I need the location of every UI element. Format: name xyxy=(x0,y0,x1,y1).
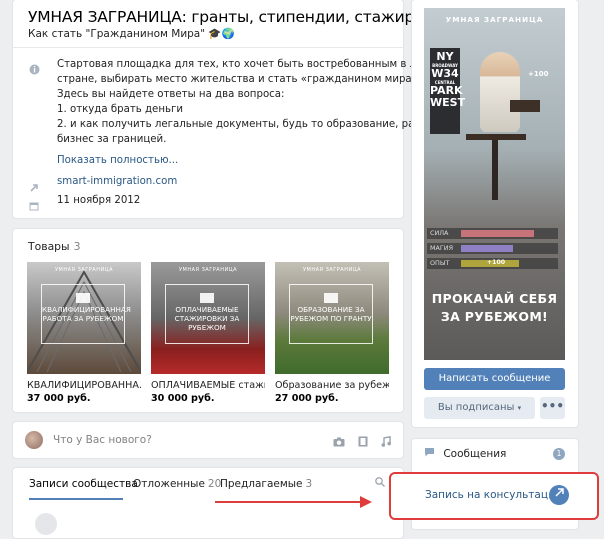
avatar xyxy=(25,431,43,449)
goods-item[interactable]: УМНАЯ ЗАГРАНИЦА ОБРАЗОВАНИЕ ЗА РУБЕЖОМ П… xyxy=(275,262,389,404)
new-post-input[interactable]: Что у Вас нового? xyxy=(53,434,152,446)
group-description: Стартовая площадка для тех, кто хочет бы… xyxy=(57,59,463,146)
stat-bar-experience: ОПЫТ +100 xyxy=(427,258,558,269)
group-title: УМНАЯ ЗАГРАНИЦА: гранты, стипендии, стаж… xyxy=(28,8,452,26)
promo-tagline: ПРОКАЧАЙ СЕБЯ ЗА РУБЕЖОМ! xyxy=(431,291,558,324)
street-sign: NY BROADWAY W34 CENTRAL PARK WEST xyxy=(430,48,465,134)
divider xyxy=(13,47,403,48)
goods-item-image[interactable]: УМНАЯ ЗАГРАНИЦА КВАЛИФИЦИРОВАННАЯ РАБОТА… xyxy=(27,262,141,374)
goods-item-price: 37 000 руб. xyxy=(27,393,91,404)
goods-header[interactable]: Товары 3 xyxy=(28,240,80,253)
goods-item-name[interactable]: Образование за рубежо... xyxy=(275,380,389,391)
goods-item-image[interactable]: УМНАЯ ЗАГРАНИЦА ОБРАЗОВАНИЕ ЗА РУБЕЖОМ П… xyxy=(275,262,389,374)
new-post-box[interactable]: Что у Вас нового? xyxy=(12,421,404,459)
group-cover-image[interactable]: УМНАЯ ЗАГРАНИЦА NY BROADWAY W34 CENTRAL … xyxy=(424,8,565,360)
goods-item[interactable]: УМНАЯ ЗАГРАНИЦА ОПЛАЧИВАЕМЫЕ СТАЖИРОВКИ … xyxy=(151,262,265,404)
send-message-button[interactable]: Написать сообщение xyxy=(424,368,565,390)
creation-date: 11 ноября 2012 xyxy=(57,195,141,206)
music-icon[interactable] xyxy=(381,435,391,450)
stat-bar-strength: СИЛА xyxy=(427,228,558,239)
consultation-link[interactable]: Запись на консультац... xyxy=(425,489,558,501)
messages-count-badge: 1 xyxy=(553,448,565,460)
graduation-cap-icon: 🎓 xyxy=(208,28,222,40)
goods-item-price: 27 000 руб. xyxy=(275,393,339,404)
chat-bubble-icon xyxy=(424,448,438,460)
book-icon xyxy=(200,293,214,303)
briefcase-icon xyxy=(76,293,90,303)
person-figure xyxy=(480,52,520,132)
consultation-highlight: Запись на консультац... xyxy=(389,472,599,520)
link-icon xyxy=(29,178,39,197)
goods-item-frame: ОПЛАЧИВАЕМЫЕ СТАЖИРОВКИ ЗА РУБЕЖОМ xyxy=(165,284,249,344)
camera-icon[interactable] xyxy=(333,437,345,450)
goods-item-name[interactable]: ОПЛАЧИВАЕМЫЕ стажи... xyxy=(151,380,265,391)
goods-item-image[interactable]: УМНАЯ ЗАГРАНИЦА ОПЛАЧИВАЕМЫЕ СТАЖИРОВКИ … xyxy=(151,262,265,374)
stat-fill xyxy=(461,245,513,252)
post-attachments xyxy=(325,432,391,451)
tab-community-posts[interactable]: Записи сообщества xyxy=(29,478,138,490)
external-arrow-icon[interactable] xyxy=(549,485,569,505)
goods-item-price: 30 000 руб. xyxy=(151,393,215,404)
search-icon[interactable] xyxy=(375,477,385,490)
stat-bar-magic: МАГИЯ xyxy=(427,243,558,254)
goods-item-frame: КВАЛИФИЦИРОВАННАЯ РАБОТА ЗА РУБЕЖОМ xyxy=(41,284,131,344)
wall-tabs: Записи сообщества Отложенные 20 Предлагае… xyxy=(12,467,404,539)
book-shape xyxy=(510,100,540,112)
stat-fill xyxy=(461,230,534,237)
video-icon[interactable] xyxy=(358,436,368,450)
stat-fill: +100 xyxy=(461,259,519,267)
group-info-card: УМНАЯ ЗАГРАНИЦА: гранты, стипендии, стаж… xyxy=(12,0,463,219)
active-tab-indicator xyxy=(29,498,123,500)
messages-link[interactable]: Сообщения xyxy=(424,447,506,460)
tab-postponed[interactable]: Отложенные 20 xyxy=(133,478,221,490)
annotation-arrow xyxy=(215,501,365,503)
calendar-icon xyxy=(29,196,39,215)
goods-item[interactable]: УМНАЯ ЗАГРАНИЦА КВАЛИФИЦИРОВАННАЯ РАБОТА… xyxy=(27,262,141,404)
avatar xyxy=(35,513,57,535)
info-icon xyxy=(29,60,40,79)
show-more-link[interactable]: Показать полностью... xyxy=(57,155,178,166)
globe-icon: 🌍 xyxy=(221,28,235,40)
sidebar-card: УМНАЯ ЗАГРАНИЦА NY BROADWAY W34 CENTRAL … xyxy=(411,0,579,428)
graduation-cap-icon xyxy=(324,293,338,303)
tab-suggested[interactable]: Предлагаемые 3 xyxy=(220,478,312,490)
subscribed-dropdown[interactable]: Вы подписаны ▾ xyxy=(424,397,535,419)
group-subtitle: Как стать "Гражданином Мира" 🎓🌍 xyxy=(28,28,235,40)
more-actions-button[interactable]: ••• xyxy=(540,397,565,419)
annotation-arrowhead xyxy=(360,496,372,508)
chevron-down-icon: ▾ xyxy=(517,404,522,412)
website-link[interactable]: smart-immigration.com xyxy=(57,176,177,187)
goods-card: Товары 3 УМНАЯ ЗАГРАНИЦА КВАЛИФИЦИРОВАННА… xyxy=(12,228,404,413)
goods-item-frame: ОБРАЗОВАНИЕ ЗА РУБЕЖОМ ПО ГРАНТУ xyxy=(289,284,373,344)
goods-item-name[interactable]: КВАЛИФИЦИРОВАННА... xyxy=(27,380,141,391)
